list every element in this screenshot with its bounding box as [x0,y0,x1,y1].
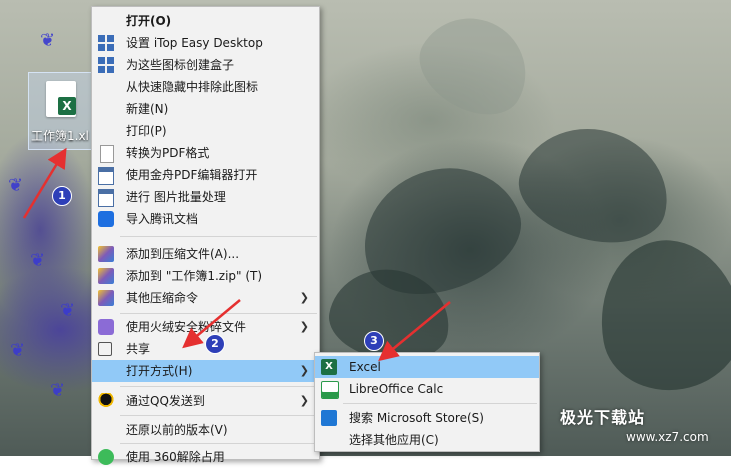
desktop-file-name: 工作簿1.xl [31,129,89,143]
menu-item-image-batch[interactable]: 进行 图片批量处理 [92,186,319,208]
share-icon [98,342,112,356]
chevron-right-icon: ❯ [299,291,309,304]
menu-item-qq-send[interactable]: 通过QQ发送到 ❯ [92,390,319,412]
menu-item-add-zip[interactable]: 添加到 "工作簿1.zip" (T) [92,265,319,287]
360-icon [98,449,114,465]
tencent-docs-icon [98,211,114,227]
winrar-icon [98,290,114,306]
desktop-file-icon[interactable]: X 工作簿1.xl [28,72,94,150]
context-menu: 打开(O) 设置 iTop Easy Desktop 为这些图标创建盒子 从快速… [91,6,320,465]
libreoffice-calc-icon [321,381,339,399]
menu-item-open[interactable]: 打开(O) [92,10,319,32]
menu-item-create-box[interactable]: 为这些图标创建盒子 [92,54,319,76]
menu-item-pdf-editor[interactable]: 使用金舟PDF编辑器打开 [92,164,319,186]
menu-item-360-unlock[interactable]: 使用 360解除占用 [92,446,319,468]
menu-separator [120,443,317,444]
itop-tiles-icon [98,57,114,73]
submenu-item-choose-other-app[interactable]: 选择其他应用(C) [315,429,539,451]
watermark-title: 极光下载站 [560,408,646,427]
menu-item-other-compress[interactable]: 其他压缩命令 ❯ [92,287,319,309]
chevron-right-icon: ❯ [299,364,309,377]
menu-separator [120,313,317,314]
menu-item-convert-pdf[interactable]: 转换为PDF格式 [92,142,319,164]
pdf-editor-icon [98,167,114,185]
menu-separator [120,236,317,237]
menu-item-add-archive[interactable]: 添加到压缩文件(A)... [92,243,319,265]
open-with-submenu: X Excel LibreOffice Calc 搜索 Microsoft St… [314,352,540,452]
menu-item-huorong-shred[interactable]: 使用火绒安全粉碎文件 ❯ [92,316,319,338]
step-badge-3: 3 [364,331,384,351]
chevron-right-icon: ❯ [299,320,309,333]
winrar-icon [98,246,114,262]
menu-item-exclude-hide[interactable]: 从快速隐藏中排除此图标 [92,76,319,98]
submenu-item-microsoft-store[interactable]: 搜索 Microsoft Store(S) [315,407,539,429]
menu-item-restore-versions[interactable]: 还原以前的版本(V) [92,419,319,441]
image-batch-icon [98,189,114,207]
qq-icon [98,393,114,409]
excel-icon: X [321,359,337,375]
submenu-item-libreoffice-calc[interactable]: LibreOffice Calc [315,378,539,400]
winrar-icon [98,268,114,284]
step-badge-1: 1 [52,186,72,206]
menu-item-tencent-docs[interactable]: 导入腾讯文档 [92,208,319,230]
step-badge-2: 2 [205,334,225,354]
microsoft-store-icon [321,410,337,426]
menu-item-open-with[interactable]: 打开方式(H) ❯ [92,360,319,382]
itop-tiles-icon [98,35,114,51]
excel-file-icon: X [46,81,76,117]
chevron-right-icon: ❯ [299,394,309,407]
menu-separator [120,386,317,387]
document-icon [100,145,114,163]
menu-item-new[interactable]: 新建(N) [92,98,319,120]
huorong-icon [98,319,114,335]
watermark-url: www.xz7.com [626,430,709,444]
menu-item-print[interactable]: 打印(P) [92,120,319,142]
menu-separator [343,403,537,404]
menu-item-itop-settings[interactable]: 设置 iTop Easy Desktop [92,32,319,54]
menu-separator [120,415,317,416]
submenu-item-excel[interactable]: X Excel [315,356,539,378]
